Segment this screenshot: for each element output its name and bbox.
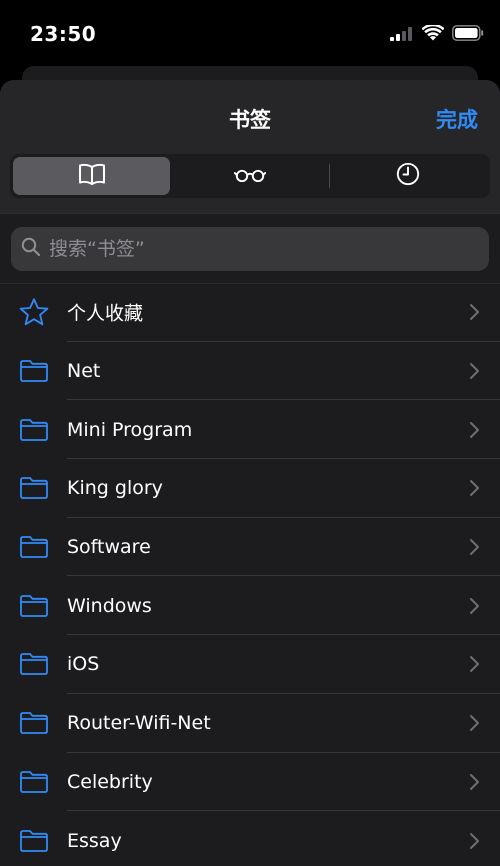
book-icon <box>78 163 106 189</box>
folder-icon <box>18 472 50 504</box>
list-item-label: Router-Wifi-Net <box>67 712 211 735</box>
chevron-right-icon <box>470 363 479 380</box>
list-item-folder[interactable]: Software <box>0 518 500 577</box>
search-input[interactable] <box>47 237 489 261</box>
folder-icon <box>18 414 50 446</box>
status-time: 23:50 <box>30 22 97 46</box>
list-item-folder[interactable]: Windows <box>0 576 500 636</box>
list-item-label: 个人收藏 <box>67 302 144 325</box>
bookmarks-sheet: 书签 完成 搜索“书签” 个人收藏 Net Mini Program King … <box>0 80 500 866</box>
chevron-right-icon <box>470 773 479 790</box>
chevron-right-icon <box>470 832 479 849</box>
folder-icon <box>18 531 50 563</box>
list-item-folder[interactable]: King glory <box>0 459 500 518</box>
folder-icon <box>18 707 50 739</box>
chevron-right-icon <box>470 304 479 321</box>
tab-bookmarks[interactable] <box>13 157 171 195</box>
folder-icon <box>18 648 50 680</box>
chevron-right-icon <box>470 597 479 614</box>
search-icon <box>21 237 41 261</box>
folder-icon <box>18 590 50 622</box>
tab-history[interactable] <box>330 157 487 195</box>
segmented-control <box>10 154 490 198</box>
list-item-label: iOS <box>67 653 100 676</box>
list-item-favorites[interactable]: 个人收藏 <box>0 283 500 342</box>
chevron-right-icon <box>470 656 479 673</box>
list-item-label: Mini Program <box>67 418 193 441</box>
list-item-label: Net <box>67 360 101 383</box>
star-icon <box>18 296 50 328</box>
tab-reading-list[interactable] <box>171 157 328 195</box>
status-bar: 23:50 <box>0 0 500 70</box>
bookmarks-list: 个人收藏 Net Mini Program King glory Softwar… <box>0 283 500 866</box>
chevron-right-icon <box>470 539 479 556</box>
list-item-label: Celebrity <box>67 770 153 793</box>
list-item-label: Essay <box>67 829 122 852</box>
reading-glasses-icon <box>233 167 267 186</box>
list-item-label: Windows <box>67 594 152 617</box>
cellular-signal-icon <box>390 26 414 45</box>
list-item-folder[interactable]: Celebrity <box>0 753 500 812</box>
list-item-folder[interactable]: Essay <box>0 811 500 866</box>
list-item-folder[interactable]: Router-Wifi-Net <box>0 694 500 753</box>
list-item-folder[interactable]: iOS <box>0 635 500 694</box>
chevron-right-icon <box>470 421 479 438</box>
list-item-folder[interactable]: Net <box>0 342 500 401</box>
status-icons <box>390 23 484 45</box>
chevron-right-icon <box>470 480 479 497</box>
done-button[interactable]: 完成 <box>436 104 478 134</box>
sheet-header: 书签 完成 <box>0 80 500 213</box>
clock-icon <box>396 162 420 190</box>
list-item-folder[interactable]: Mini Program <box>0 400 500 460</box>
wifi-icon <box>421 23 445 45</box>
folder-icon <box>18 355 50 387</box>
list-item-label: King glory <box>67 477 163 500</box>
search-bar[interactable] <box>11 227 489 271</box>
search-section <box>0 213 500 284</box>
folder-icon <box>18 825 50 857</box>
screen: 23:50 书签 完成 搜索“书签” 个人收藏 Net Mini Program… <box>0 0 500 866</box>
folder-icon <box>18 766 50 798</box>
page-title: 书签 <box>229 108 271 132</box>
chevron-right-icon <box>470 715 479 732</box>
battery-icon <box>452 25 484 45</box>
list-item-label: Software <box>67 536 151 559</box>
